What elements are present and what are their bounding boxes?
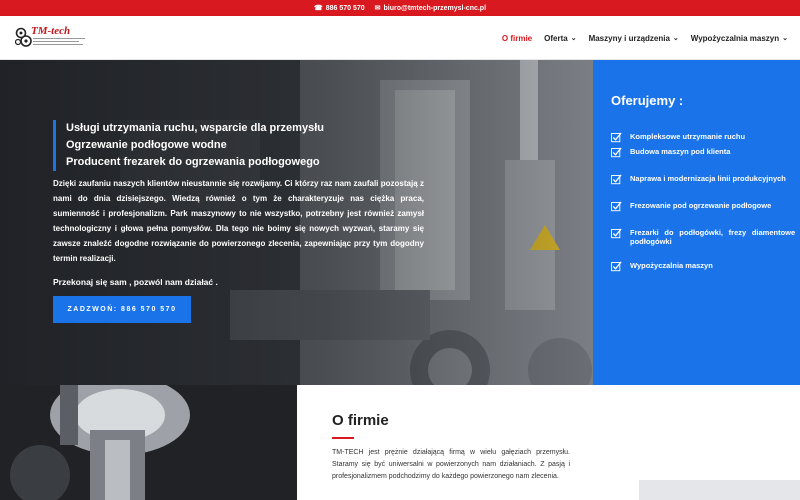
nav-label: Oferta [544, 33, 568, 43]
main-nav: O firmie Oferta ⌄ Maszyny i urządzenia ⌄… [502, 16, 788, 60]
offer-title: Oferujemy : [611, 93, 684, 108]
offer-item-label: Frezowanie pod ogrzewanie podłogowe [630, 201, 772, 210]
offer-item: Budowa maszyn pod klienta [611, 147, 800, 158]
call-button[interactable]: ZADZWOŃ: 886 570 570 [53, 296, 191, 323]
about-content: O firmie TM-TECH jest prężnie działającą… [297, 385, 800, 500]
hero-section: Usługi utrzymania ruchu, wsparcie dla pr… [0, 60, 593, 385]
machine-image [0, 385, 297, 500]
nav-label: Maszyny i urządzenia [588, 33, 670, 43]
hero-description: Dzięki zaufaniu naszych klientów nieusta… [53, 179, 424, 263]
about-thumbnail-image [639, 480, 800, 500]
about-title: O firmie [332, 412, 389, 429]
offer-item-label: Frezarki do podłogówki, frezy diamentowe… [630, 228, 800, 246]
checkbox-check-icon [611, 147, 622, 158]
offer-item-label: Naprawa i modernizacja linii produkcyjny… [630, 174, 786, 183]
nav-item-o-firmie[interactable]: O firmie [502, 34, 532, 43]
site-header: TM-tech O firmie Oferta ⌄ Maszyny i urzą… [0, 16, 800, 60]
logo-tagline [33, 38, 85, 48]
logo[interactable]: TM-tech [15, 23, 85, 53]
chevron-down-icon: ⌄ [570, 35, 577, 42]
checkbox-check-icon [611, 132, 622, 143]
nav-item-oferta[interactable]: Oferta ⌄ [544, 34, 576, 43]
email-contact[interactable]: ✉ biuro@tmtech-przemysl-cnc.pl [374, 4, 487, 13]
about-text: TM-TECH jest prężnie działającą firmą w … [332, 449, 570, 480]
hero-subtext: Przekonaj się sam , pozwól nam działać . [53, 277, 218, 287]
phone-contact[interactable]: ☎ 886 570 570 [313, 4, 365, 13]
chevron-down-icon: ⌄ [782, 35, 788, 42]
offer-item: Frezowanie pod ogrzewanie podłogowe [611, 201, 800, 212]
nav-label: Wypożyczalnia maszyn [690, 33, 780, 43]
chevron-down-icon: ⌄ [672, 35, 679, 42]
offer-item: Frezarki do podłogówki, frezy diamentowe… [611, 228, 800, 246]
offer-panel: Oferujemy : Kompleksowe utrzymanie ruchu… [593, 60, 800, 385]
checkbox-check-icon [611, 261, 622, 272]
phone-icon: ☎ [313, 5, 323, 12]
logo-brand: TM-tech [31, 25, 71, 37]
checkbox-check-icon [611, 174, 622, 185]
offer-item: Naprawa i modernizacja linii produkcyjny… [611, 174, 800, 185]
about-section: O firmie TM-TECH jest prężnie działającą… [0, 385, 800, 500]
hero-heading-line: Producent frezarek do ogrzewania podłogo… [66, 156, 320, 168]
checkbox-check-icon [611, 228, 622, 239]
offer-list: Kompleksowe utrzymanie ruchu Budowa masz… [611, 132, 800, 272]
nav-item-maszyny[interactable]: Maszyny i urządzenia ⌄ [589, 34, 679, 43]
title-underline [332, 437, 354, 439]
nav-item-wypozyczalnia[interactable]: Wypożyczalnia maszyn ⌄ [691, 34, 788, 43]
hero-heading-line: Ogrzewanie podłogowe wodne [66, 139, 227, 151]
phone-number[interactable]: 886 570 570 [326, 5, 365, 12]
top-contact-bar: ☎ 886 570 570 ✉ biuro@tmtech-przemysl-cn… [0, 0, 800, 16]
offer-item-label: Kompleksowe utrzymanie ruchu [630, 132, 746, 141]
offer-item-label: Wypożyczalnia maszyn [630, 261, 713, 270]
hero-heading: Usługi utrzymania ruchu, wsparcie dla pr… [53, 120, 383, 171]
checkbox-check-icon [611, 201, 622, 212]
envelope-icon: ✉ [374, 5, 381, 12]
offer-item-label: Budowa maszyn pod klienta [630, 147, 731, 156]
offer-item: Wypożyczalnia maszyn [611, 261, 800, 272]
cnc-machine-illustration [0, 385, 297, 500]
offer-item: Kompleksowe utrzymanie ruchu [611, 132, 800, 143]
hero-heading-line: Usługi utrzymania ruchu, wsparcie dla pr… [66, 122, 324, 134]
email-address[interactable]: biuro@tmtech-przemysl-cnc.pl [384, 5, 487, 12]
nav-label: O firmie [501, 33, 533, 43]
